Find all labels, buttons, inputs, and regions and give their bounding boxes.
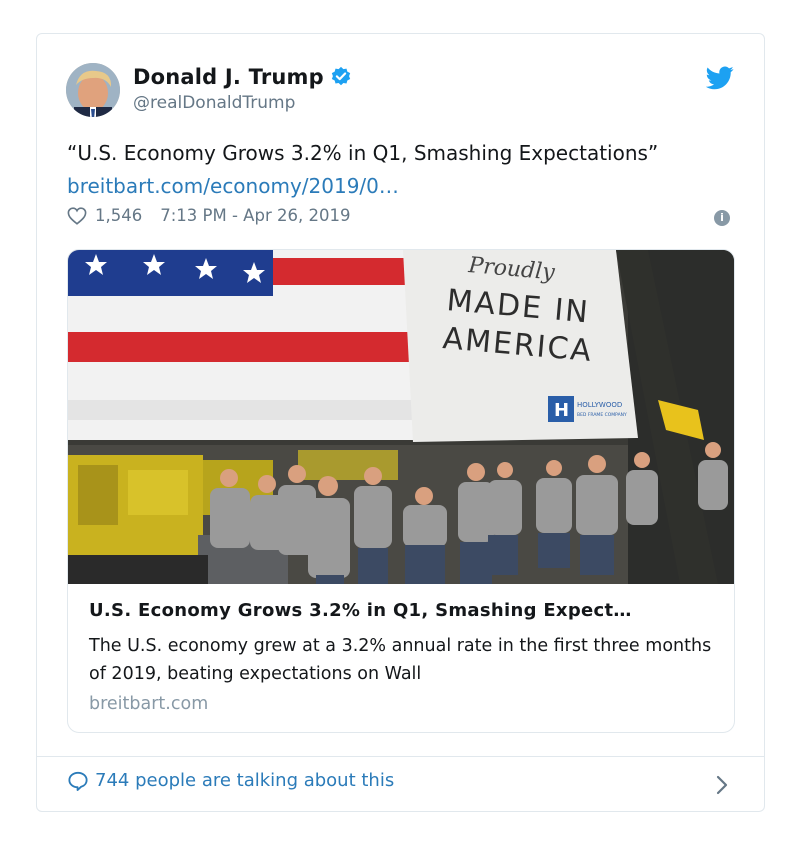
conversation-link[interactable]: 744 people are talking about this bbox=[67, 770, 394, 791]
link-card-description: The U.S. economy grew at a 3.2% annual r… bbox=[89, 636, 712, 684]
conversation-text[interactable]: 744 people are talking about this bbox=[95, 770, 394, 791]
twitter-bird-icon[interactable] bbox=[706, 66, 734, 90]
chevron-right-icon[interactable] bbox=[716, 775, 728, 795]
tweet-text: “U.S. Economy Grows 3.2% in Q1, Smashing… bbox=[67, 137, 727, 203]
link-card-domain: breitbart.com bbox=[89, 694, 209, 714]
heart-icon[interactable] bbox=[67, 206, 87, 225]
embedded-tweet-card: Donald J. Trump @realDonaldTrump “U.S. E… bbox=[36, 33, 765, 812]
article-image: Proudly MADE IN AMERICA H HOLLYWOOD BED … bbox=[68, 250, 734, 584]
tweet-link[interactable]: breitbart.com/economy/2019/0… bbox=[67, 174, 399, 198]
verified-icon bbox=[331, 66, 351, 86]
link-preview-card[interactable]: Proudly MADE IN AMERICA H HOLLYWOOD BED … bbox=[67, 249, 735, 733]
logo-subtext: BED FRAME COMPANY bbox=[577, 412, 627, 418]
svg-text:H: H bbox=[554, 400, 569, 421]
info-icon[interactable]: i bbox=[714, 210, 730, 226]
author-name[interactable]: Donald J. Trump bbox=[133, 65, 352, 89]
tweet-body: “U.S. Economy Grows 3.2% in Q1, Smashing… bbox=[67, 141, 659, 165]
author-avatar[interactable] bbox=[66, 63, 120, 117]
like-count[interactable]: 1,546 bbox=[95, 206, 142, 225]
author-name-text[interactable]: Donald J. Trump bbox=[133, 65, 324, 89]
tweet-meta: 1,546 7:13 PM - Apr 26, 2019 bbox=[67, 206, 350, 225]
author-handle[interactable]: @realDonaldTrump bbox=[133, 93, 295, 113]
speech-bubble-icon bbox=[68, 771, 88, 791]
logo-text: HOLLYWOOD bbox=[577, 401, 622, 409]
avatar-portrait bbox=[66, 63, 120, 117]
link-card-title[interactable]: U.S. Economy Grows 3.2% in Q1, Smashing … bbox=[89, 600, 632, 621]
divider bbox=[37, 756, 764, 757]
tweet-timestamp[interactable]: 7:13 PM - Apr 26, 2019 bbox=[160, 206, 350, 225]
